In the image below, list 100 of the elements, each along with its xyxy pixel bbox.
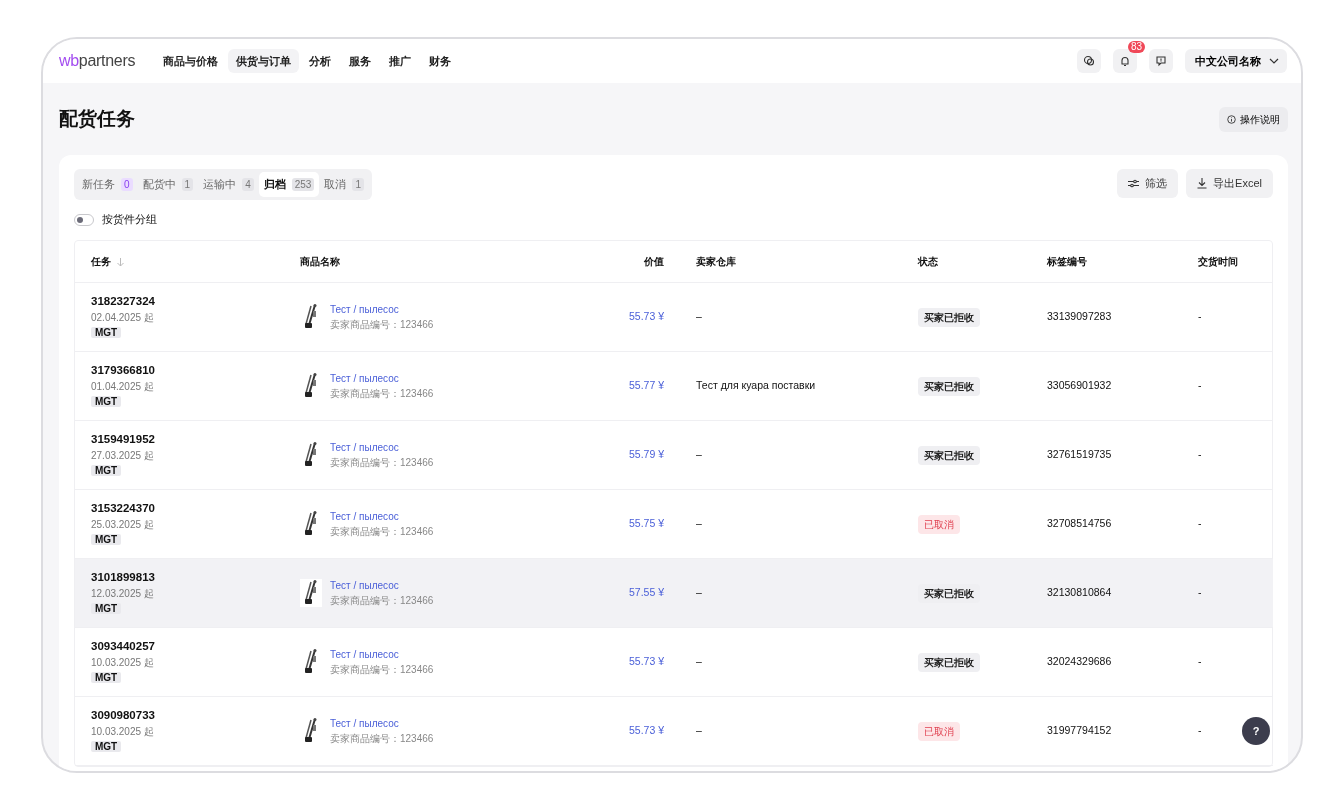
product-sku: 卖家商品编号：123466 [330,387,434,401]
order-id: 3153224370 [91,501,156,516]
delivery-time: - [1198,448,1202,461]
product-link[interactable]: Тест / пылесос [330,647,434,662]
feedback-icon [1155,55,1167,67]
chat-button[interactable] [1077,49,1101,73]
chat-icon [1083,55,1095,67]
product-sku: 卖家商品编号：123466 [330,663,434,677]
nav-item[interactable]: 推广 [381,48,420,74]
logo[interactable]: wbpartners [59,49,136,73]
delivery-time: - [1198,379,1202,392]
order-date: 27.03.2025 起 [91,449,155,464]
export-button[interactable]: 导出Excel [1186,169,1273,198]
label-number: 33056901932 [1047,379,1112,392]
order-date: 25.03.2025 起 [91,518,155,533]
price-text: 55.73 ¥ [628,655,664,668]
order-id: 3159491952 [91,432,156,447]
delivery-time: - [1198,586,1202,599]
label-number: 33139097283 [1047,310,1112,323]
price-text: 55.75 ¥ [628,517,664,530]
warehouse-text: – [696,586,702,599]
group-toggle[interactable] [74,213,94,226]
nav-item[interactable]: 供货与订单 [228,48,300,74]
toggle-label: 按货件分组 [102,212,157,228]
product-link[interactable]: Тест / пылесос [330,302,434,317]
notifications-button[interactable] [1113,49,1137,73]
product-sku: 卖家商品编号：123466 [330,525,434,539]
chevron-down-icon [1269,58,1279,64]
order-id: 3101899813 [91,570,156,585]
price-text: 55.73 ¥ [628,310,664,323]
warehouse-text: – [696,724,702,737]
product-link[interactable]: Тест / пылесос [330,440,434,455]
label-number: 32761519735 [1047,448,1112,461]
tab[interactable]: 运输中 4 [198,172,259,197]
nav-item[interactable]: 分析 [301,48,340,74]
warehouse-text: – [696,448,702,461]
order-id: 3090980733 [91,708,156,723]
status-tag: 买家已拒收 [918,307,980,327]
label-number: 32024329686 [1047,655,1112,668]
column-header: 任务 [91,255,111,267]
order-id: 3179366810 [91,363,156,378]
nav-item[interactable]: 商品与价格 [155,48,227,74]
order-tag: MGT [91,534,122,546]
status-tag: 买家已拒收 [918,652,980,672]
product-sku: 卖家商品编号：123466 [330,732,434,746]
product-link[interactable]: Тест / пылесос [330,716,434,731]
count-badge: 1 [181,177,194,191]
product-sku: 卖家商品编号：123466 [330,318,434,332]
order-tag: MGT [91,327,122,339]
order-tag: MGT [91,465,122,477]
nav-item[interactable]: 财务 [421,48,460,74]
status-tag: 已取消 [918,514,960,534]
label-number: 32708514756 [1047,517,1112,530]
order-date: 02.04.2025 起 [91,311,155,326]
tab[interactable]: 归档 253 [258,172,320,197]
feedback-button[interactable] [1149,49,1173,73]
order-tag: MGT [91,603,122,615]
delivery-time: - [1198,655,1202,668]
tab[interactable]: 取消 1 [319,172,369,197]
price-text: 57.55 ¥ [628,586,664,599]
order-tag: MGT [91,741,122,753]
warehouse-text: – [696,517,702,530]
order-date: 10.03.2025 起 [91,656,155,671]
filter-button[interactable]: 筛选 [1117,169,1179,198]
warehouse-text: Тест для куара поставки [696,379,816,392]
price-text: 55.77 ¥ [628,379,664,392]
page-title: 配货任务 [59,107,135,131]
price-text: 55.79 ¥ [628,448,664,461]
product-link[interactable]: Тест / пылесос [330,509,434,524]
warehouse-text: – [696,655,702,668]
download-icon [1197,178,1208,189]
product-sku: 卖家商品编号：123466 [330,456,434,470]
delivery-time: - [1198,724,1202,737]
company-dropdown[interactable]: 中文公司名称 [1185,49,1287,73]
help-button[interactable]: 操作说明 [1219,106,1288,132]
delivery-time: - [1198,310,1202,323]
label-number: 32130810864 [1047,586,1112,599]
tab[interactable]: 配货中 1 [137,172,199,197]
product-sku: 卖家商品编号：123466 [330,594,434,608]
nav-item[interactable]: 服务 [341,48,380,74]
column-header: 卖家仓库 [696,255,736,267]
status-tag: 已取消 [918,721,960,741]
order-date: 10.03.2025 起 [91,725,155,740]
order-tag: MGT [91,672,122,684]
column-header: 价值 [644,255,664,267]
count-badge: 253 [291,177,315,191]
order-id: 3182327324 [91,294,156,309]
tab[interactable]: 新任务 0 [77,172,138,197]
column-header: 标签编号 [1047,255,1087,267]
status-tag: 买家已拒收 [918,376,980,396]
product-link[interactable]: Тест / пылесос [330,371,434,386]
order-tag: MGT [91,396,122,408]
product-link[interactable]: Тест / пылесос [330,578,434,593]
column-header: 商品名称 [300,255,340,267]
column-header: 交货时间 [1198,255,1238,267]
warehouse-text: – [696,310,702,323]
price-text: 55.73 ¥ [628,724,664,737]
status-tag: 买家已拒收 [918,583,980,603]
sliders-icon [1128,179,1140,188]
notification-badge: 83 [1127,41,1145,53]
